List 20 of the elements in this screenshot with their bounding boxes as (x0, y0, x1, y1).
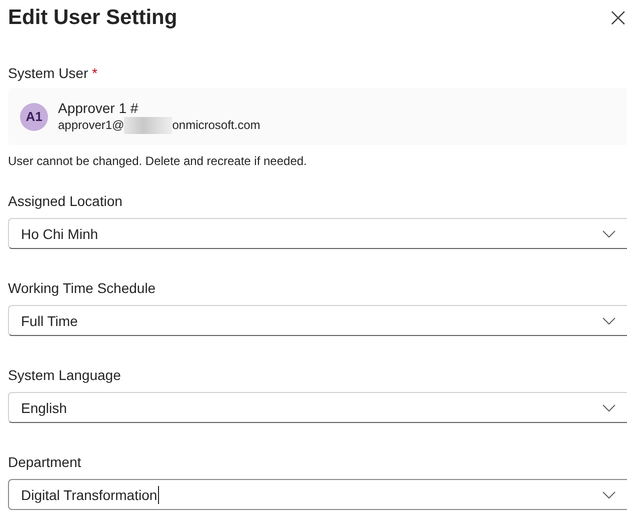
chevron-down-icon (602, 404, 616, 412)
avatar: A1 (20, 102, 48, 130)
text-cursor (158, 486, 160, 504)
dialog-title: Edit User Setting (8, 6, 178, 30)
user-name: Approver 1 # (58, 100, 140, 116)
chevron-down-icon (602, 316, 616, 324)
dropdown-field[interactable]: English (8, 392, 627, 423)
email-text: approver1@ (58, 118, 124, 132)
dropdown-field[interactable]: Full Time (8, 305, 627, 336)
email-text: onmicrosoft.com (172, 118, 260, 132)
field-label: Working Time Schedule (8, 279, 156, 297)
field-label: System Language (8, 366, 121, 384)
dropdown-field[interactable]: Ho Chi Minh (8, 218, 627, 249)
field-label: Assigned Location (8, 192, 122, 210)
field-label: System User * (8, 64, 98, 82)
field-label: Department (8, 453, 82, 471)
dropdown-field[interactable]: Digital Transformation (8, 479, 627, 510)
chevron-down-icon (602, 230, 616, 238)
helper-text: User cannot be changed. Delete and recreate if needed. (8, 154, 308, 168)
chevron-down-icon (602, 490, 616, 498)
